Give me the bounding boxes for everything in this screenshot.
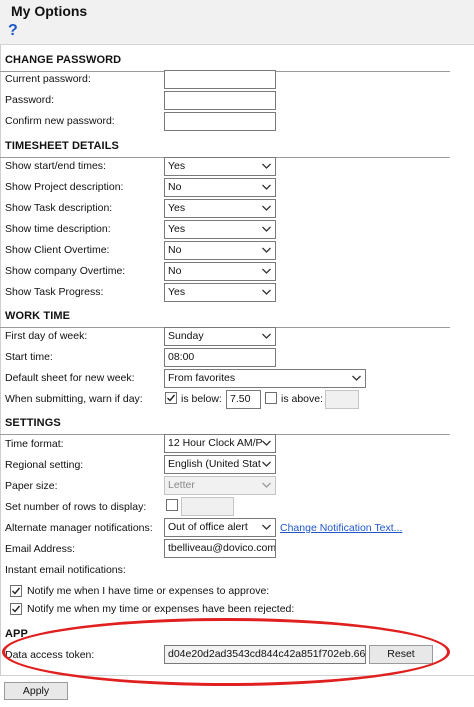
rows-display-label: Set number of rows to display: <box>5 501 147 513</box>
section-heading: APP <box>5 628 28 640</box>
change-notification-text-link[interactable]: Change Notification Text... <box>280 522 402 534</box>
instant-email-label: Instant email notifications: <box>5 564 126 576</box>
is-above-field[interactable] <box>325 390 359 409</box>
is-below-label: is below: <box>181 393 222 405</box>
section-heading: CHANGE PASSWORD <box>5 54 122 66</box>
show-time-desc-select[interactable]: Yes <box>164 220 276 239</box>
start-time-field[interactable]: 08:00 <box>164 348 276 367</box>
show-client-overtime-label: Show Client Overtime: <box>5 244 110 256</box>
chevron-down-icon <box>262 289 271 295</box>
chevron-down-icon <box>262 461 271 467</box>
time-format-label: Time format: <box>5 438 64 450</box>
show-task-progress-label: Show Task Progress: <box>5 286 104 298</box>
start-time-label: Start time: <box>5 351 53 363</box>
title-bar: My Options ? <box>0 0 474 45</box>
select-value: From favorites <box>168 372 236 384</box>
is-below-checkbox[interactable] <box>165 392 177 404</box>
default-sheet-select[interactable]: From favorites <box>164 369 366 388</box>
notify-approve-checkbox[interactable] <box>10 585 22 597</box>
email-label: Email Address: <box>5 543 76 555</box>
chevron-down-icon <box>262 440 271 446</box>
reset-button[interactable]: Reset <box>369 645 433 664</box>
email-field[interactable]: tbelliveau@dovico.com <box>164 539 276 558</box>
first-day-label: First day of week: <box>5 330 88 342</box>
paper-size-label: Paper size: <box>5 480 58 492</box>
select-value: Letter <box>168 479 195 491</box>
chevron-down-icon <box>262 268 271 274</box>
current-password-field[interactable] <box>164 70 276 89</box>
select-value: Sunday <box>168 330 204 342</box>
chevron-down-icon <box>262 333 271 339</box>
password-field[interactable] <box>164 91 276 110</box>
show-task-desc-label: Show Task description: <box>5 202 113 214</box>
confirm-password-label: Confirm new password: <box>5 115 115 127</box>
show-start-end-label: Show start/end times: <box>5 160 106 172</box>
rows-display-checkbox[interactable] <box>166 499 178 511</box>
regional-select[interactable]: English (United Stat <box>164 455 276 474</box>
is-above-checkbox[interactable] <box>265 392 277 404</box>
password-label: Password: <box>5 94 55 106</box>
paper-size-select[interactable]: Letter <box>164 476 276 495</box>
regional-label: Regional setting: <box>5 459 84 471</box>
first-day-select[interactable]: Sunday <box>164 327 276 346</box>
select-value: No <box>168 244 182 256</box>
select-value: Yes <box>168 223 186 235</box>
section-timesheet-details: TIMESHEET DETAILS <box>0 140 450 158</box>
is-above-label: is above: <box>281 393 324 405</box>
section-settings: SETTINGS <box>0 417 450 435</box>
is-below-field[interactable]: 7.50 <box>226 390 261 409</box>
select-value: No <box>168 265 182 277</box>
checkmark-icon <box>12 587 21 595</box>
page-title: My Options <box>11 3 88 19</box>
checkmark-icon <box>12 605 21 613</box>
show-project-desc-label: Show Project description: <box>5 181 124 193</box>
token-field[interactable]: d04e20d2ad3543cd844c42a851f702eb.660 <box>164 645 366 664</box>
token-label: Data access token: <box>5 649 95 661</box>
notify-approve-label: Notify me when I have time or expenses t… <box>27 585 270 597</box>
select-value: Yes <box>168 160 186 172</box>
select-value: English (United Stat <box>168 458 261 470</box>
chevron-down-icon <box>262 205 271 211</box>
time-format-select[interactable]: 12 Hour Clock AM/P <box>164 434 276 453</box>
section-work-time: WORK TIME <box>0 310 450 328</box>
select-value: 12 Hour Clock AM/P <box>168 437 263 449</box>
apply-button[interactable]: Apply <box>4 682 68 700</box>
chevron-down-icon <box>262 247 271 253</box>
section-heading: WORK TIME <box>5 310 71 322</box>
chevron-down-icon <box>262 184 271 190</box>
chevron-down-icon <box>262 226 271 232</box>
default-sheet-label: Default sheet for new week: <box>5 372 135 384</box>
show-task-desc-select[interactable]: Yes <box>164 199 276 218</box>
section-heading: TIMESHEET DETAILS <box>5 140 119 152</box>
alt-manager-select[interactable]: Out of office alert <box>164 518 276 537</box>
show-company-overtime-label: Show company Overtime: <box>5 265 126 277</box>
select-value: No <box>168 181 182 193</box>
section-heading: SETTINGS <box>5 417 61 429</box>
section-app: APP <box>0 628 60 645</box>
chevron-down-icon <box>262 163 271 169</box>
chevron-down-icon <box>262 482 271 488</box>
show-company-overtime-select[interactable]: No <box>164 262 276 281</box>
show-time-desc-label: Show time description: <box>5 223 111 235</box>
notify-rejected-checkbox[interactable] <box>10 603 22 615</box>
chevron-down-icon <box>262 524 271 530</box>
show-project-desc-select[interactable]: No <box>164 178 276 197</box>
select-value: Out of office alert <box>168 521 248 533</box>
show-client-overtime-select[interactable]: No <box>164 241 276 260</box>
current-password-label: Current password: <box>5 73 91 85</box>
select-value: Yes <box>168 202 186 214</box>
notify-rejected-label: Notify me when my time or expenses have … <box>27 603 295 615</box>
chevron-down-icon <box>352 375 361 381</box>
checkmark-icon <box>167 394 176 402</box>
show-task-progress-select[interactable]: Yes <box>164 283 276 302</box>
confirm-password-field[interactable] <box>164 112 276 131</box>
select-value: Yes <box>168 286 186 298</box>
show-start-end-select[interactable]: Yes <box>164 157 276 176</box>
rows-display-field[interactable] <box>181 497 234 516</box>
help-icon[interactable]: ? <box>8 22 18 40</box>
warn-label: When submitting, warn if day: <box>5 393 143 405</box>
alt-manager-label: Alternate manager notifications: <box>5 522 153 534</box>
